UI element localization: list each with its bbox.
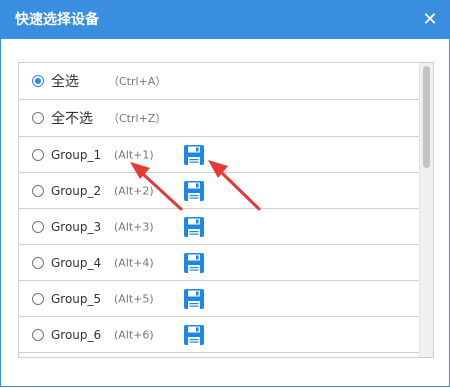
close-icon[interactable]: ✕: [420, 1, 440, 39]
radio-icon[interactable]: [32, 148, 44, 161]
radio-icon[interactable]: [32, 256, 44, 269]
radio-icon[interactable]: [32, 75, 44, 87]
scrollbar-thumb[interactable]: [423, 66, 430, 168]
save-floppy-icon[interactable]: [184, 216, 204, 237]
save-floppy-icon[interactable]: [184, 288, 204, 309]
option-label: Group_5: [51, 291, 102, 306]
dialog-titlebar: 快速选择设备 ✕: [1, 1, 449, 39]
save-floppy-icon[interactable]: [184, 144, 204, 165]
option-label: Group_4: [51, 255, 102, 270]
option-shortcut: (Alt+5): [114, 292, 154, 305]
select-all-option[interactable]: 全选 （Ctrl+A）: [19, 63, 421, 100]
device-group-list: 全选 （Ctrl+A） 全不选 （Ctrl+Z） Group_1 (Alt+1)…: [18, 62, 434, 358]
save-floppy-icon[interactable]: [184, 252, 204, 273]
option-shortcut: (Alt+6): [114, 328, 154, 341]
dialog-title: 快速选择设备: [15, 12, 99, 28]
group-5-option[interactable]: Group_5 (Alt+5): [19, 281, 421, 317]
vertical-scrollbar[interactable]: [419, 63, 433, 357]
option-label: Group_2: [51, 183, 102, 198]
list-rows: 全选 （Ctrl+A） 全不选 （Ctrl+Z） Group_1 (Alt+1)…: [19, 63, 421, 353]
option-shortcut: (Alt+2): [114, 184, 154, 197]
quick-select-device-dialog: 快速选择设备 ✕ 全选 （Ctrl+A） 全不选 （Ctrl+Z） Group_…: [0, 0, 450, 387]
option-label: 全选: [51, 74, 79, 90]
radio-icon[interactable]: [32, 184, 44, 197]
option-label: Group_3: [51, 219, 102, 234]
option-label: Group_6: [51, 327, 102, 342]
option-shortcut: （Ctrl+A）: [108, 75, 167, 88]
radio-icon[interactable]: [32, 220, 44, 233]
option-shortcut: （Ctrl+Z）: [108, 112, 167, 125]
group-4-option[interactable]: Group_4 (Alt+4): [19, 245, 421, 281]
group-2-option[interactable]: Group_2 (Alt+2): [19, 173, 421, 209]
radio-icon[interactable]: [32, 292, 44, 305]
group-6-option[interactable]: Group_6 (Alt+6): [19, 317, 421, 353]
save-floppy-icon[interactable]: [184, 324, 204, 345]
option-shortcut: (Alt+1): [114, 148, 154, 161]
radio-icon[interactable]: [32, 112, 44, 124]
option-shortcut: (Alt+4): [114, 256, 154, 269]
save-floppy-icon[interactable]: [184, 180, 204, 201]
radio-icon[interactable]: [32, 328, 44, 341]
group-1-option[interactable]: Group_1 (Alt+1): [19, 137, 421, 173]
group-3-option[interactable]: Group_3 (Alt+3): [19, 209, 421, 245]
select-none-option[interactable]: 全不选 （Ctrl+Z）: [19, 100, 421, 137]
option-label: 全不选: [51, 111, 93, 127]
option-label: Group_1: [51, 147, 102, 162]
option-shortcut: (Alt+3): [114, 220, 154, 233]
